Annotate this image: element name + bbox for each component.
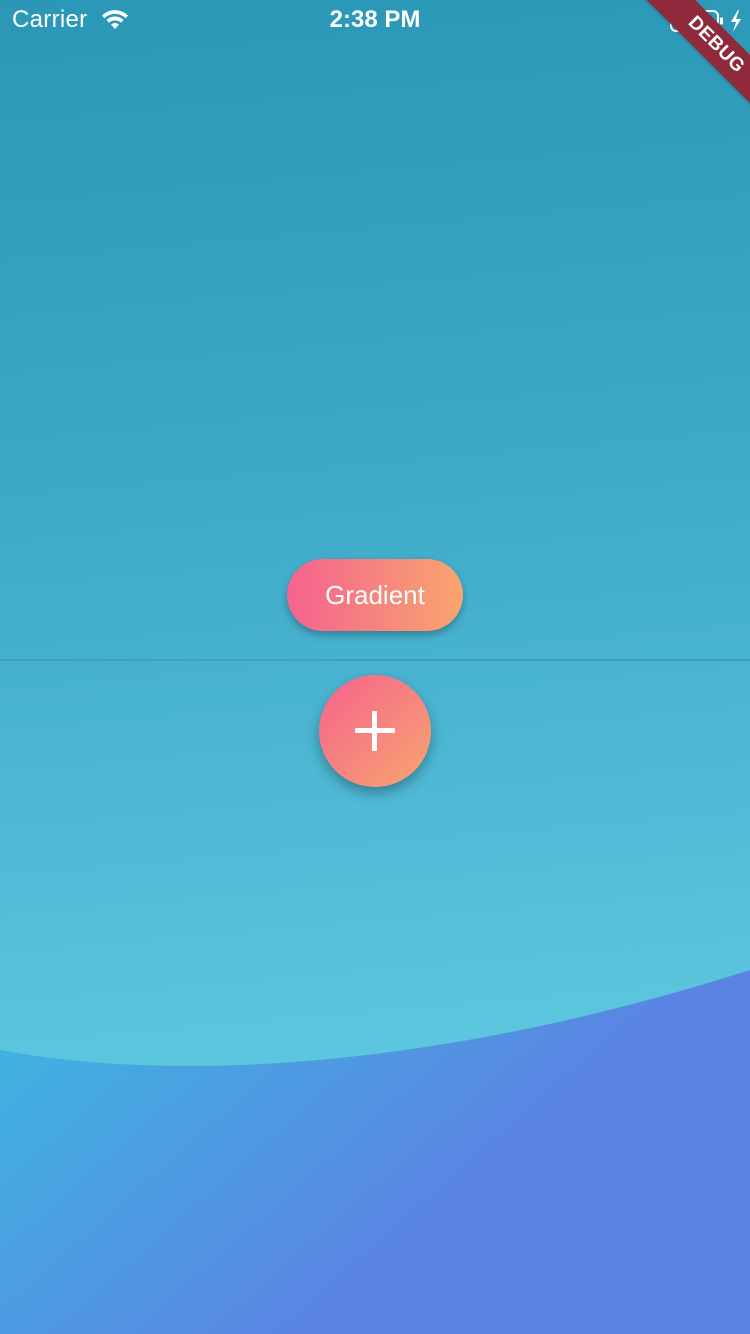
add-fab-button[interactable]: [319, 675, 431, 787]
divider-line: [0, 659, 750, 661]
app-screen: Carrier 2:38 PM DEBUG Gradient: [0, 0, 750, 1334]
plus-icon: [355, 711, 395, 751]
gradient-button[interactable]: Gradient: [287, 559, 463, 631]
charging-bolt-icon: [731, 10, 741, 32]
status-bar: Carrier 2:38 PM: [0, 0, 750, 40]
background-wave: [0, 970, 750, 1334]
status-time: 2:38 PM: [329, 6, 421, 33]
